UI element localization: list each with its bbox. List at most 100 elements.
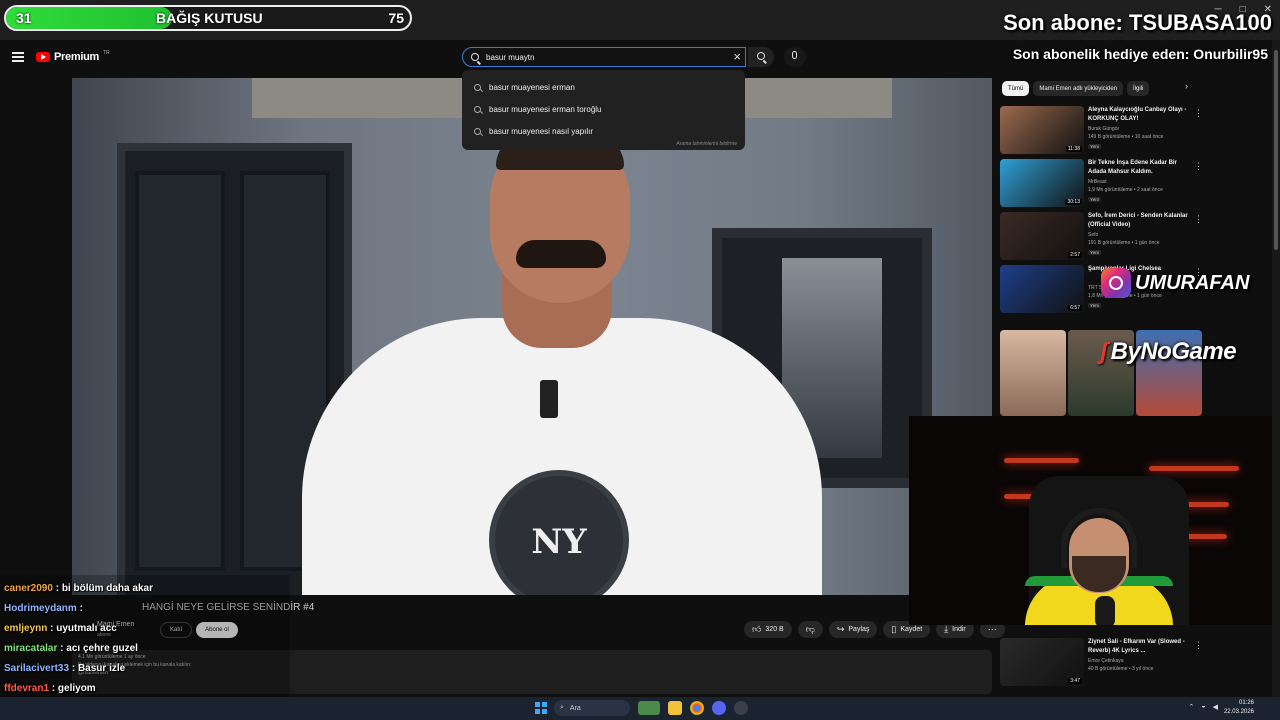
- bookmark-icon: ▯: [891, 624, 897, 634]
- more-vert-icon[interactable]: ⋮: [1194, 640, 1203, 651]
- clock-time: 01:26: [1238, 700, 1254, 706]
- share-label: Paylaş: [848, 626, 870, 633]
- recommended-video[interactable]: 11:38 Aleyna Kalaycıoğlu Canbay Olayı - K…: [1000, 106, 1205, 154]
- clear-search-icon[interactable]: ×: [733, 50, 741, 64]
- chat-text: Basur izle: [77, 663, 126, 674]
- more-vert-icon[interactable]: ⋮: [1194, 161, 1203, 172]
- chat-message: ffdevran1 : geliyom: [4, 683, 96, 694]
- logo-text: Premium: [54, 51, 99, 63]
- chat-separator: :: [52, 583, 62, 594]
- file-explorer-icon[interactable]: [668, 701, 682, 715]
- windows-taskbar: ⌕ Ara ⌃ ◒ ◀ 01:26 22.03.2026: [0, 697, 1280, 720]
- chat-username: Sarilacivert33: [4, 663, 70, 674]
- recommended-title[interactable]: Ziynet Sali - Efkarım Var (Slowed - Reve…: [1088, 638, 1188, 656]
- more-vert-icon[interactable]: ⋮: [1194, 214, 1203, 225]
- video-thumbnail[interactable]: 3:47: [1000, 638, 1084, 686]
- new-badge: Yeni: [1088, 250, 1101, 255]
- video-thumbnail[interactable]: 6:57: [1000, 265, 1084, 313]
- recommended-title[interactable]: Sefo, İrem Derici - Senden Kalanlar (Off…: [1088, 212, 1188, 230]
- chat-message: Hodrimeydanm :: [4, 603, 83, 614]
- chat-message: miracatalar : acı çehre guzel: [4, 643, 138, 654]
- chip-from-uploader[interactable]: Mami Emen adlı yükleyiciden: [1033, 81, 1124, 96]
- recommended-stats: 149 B görüntüleme • 10 saat önce: [1088, 134, 1164, 140]
- suggestion-item[interactable]: basur muayenesi nasıl yapılır: [462, 120, 745, 142]
- suggestion-text: basur muayenesi nasıl yapılır: [489, 126, 594, 136]
- suggestion-item[interactable]: basur muayenesi erman: [462, 76, 745, 98]
- voice-search-button[interactable]: [784, 47, 806, 67]
- taskbar-search-label: Ara: [569, 704, 581, 712]
- chevron-up-icon[interactable]: ⌃: [1189, 703, 1195, 711]
- video-duration: 30:13: [1065, 199, 1082, 205]
- share-button[interactable]: ↪ Paylaş: [828, 621, 878, 638]
- search-button[interactable]: [748, 47, 774, 67]
- taskbar-app-icon[interactable]: [638, 701, 660, 715]
- chrome-icon[interactable]: [690, 701, 704, 715]
- donation-goal-bar: 31 BAĞIŞ KUTUSU 75: [4, 5, 412, 31]
- taskbar-search[interactable]: ⌕ Ara: [554, 700, 630, 716]
- suggestion-item[interactable]: basur muayenesi erman toroğlu: [462, 98, 745, 120]
- video-thumbnail[interactable]: 11:38: [1000, 106, 1084, 154]
- search-icon: [474, 127, 481, 135]
- microphone-icon: [792, 51, 797, 59]
- recommended-channel[interactable]: MrBeast: [1088, 179, 1196, 186]
- chip-all[interactable]: Tümü: [1002, 81, 1030, 96]
- last-subscriber-overlay: Son abone: TSUBASA100: [1003, 10, 1272, 35]
- sponsor-logo-icon: ʃ: [1100, 338, 1108, 365]
- video-person-mustache: [516, 240, 606, 268]
- recommended-video[interactable]: 30:13 Bir Tekne İnşa Edene Kadar Bir Adad…: [1000, 159, 1205, 207]
- new-badge: Yeni: [1088, 197, 1101, 202]
- like-count: 320 B: [765, 626, 784, 633]
- suggestion-text: basur muayenesi erman toroğlu: [489, 104, 602, 114]
- chat-username: Hodrimeydanm: [4, 603, 77, 614]
- video-thumbnail[interactable]: 2:57: [1000, 212, 1084, 260]
- windows-start-icon[interactable]: [535, 702, 547, 714]
- recommended-stats: 1,9 Mn görüntüleme • 2 saat önce: [1088, 187, 1163, 193]
- youtube-logo[interactable]: Premium TR: [36, 50, 110, 63]
- short-thumbnail[interactable]: [1000, 330, 1066, 416]
- volume-icon[interactable]: ◀: [1213, 703, 1218, 711]
- chat-message: caner2090 : bi bölüm daha akar: [4, 583, 153, 594]
- donation-goal: 75: [388, 10, 404, 26]
- menu-icon[interactable]: [12, 52, 24, 62]
- suggestion-text: basur muayenesi erman: [489, 82, 575, 92]
- download-icon: ⤓: [944, 624, 949, 634]
- network-icon[interactable]: ◒: [1201, 703, 1205, 711]
- chat-separator: :: [69, 663, 78, 674]
- recommended-video[interactable]: 3:47 Ziynet Sali - Efkarım Var (Slowed - …: [1000, 638, 1205, 686]
- search-icon: [471, 53, 479, 61]
- chip-related[interactable]: İlgili: [1127, 81, 1150, 96]
- recommended-video[interactable]: 2:57 Sefo, İrem Derici - Senden Kalanlar …: [1000, 212, 1205, 260]
- screen: ─ □ ✕ Premium TR × NY: [0, 0, 1280, 720]
- search-box[interactable]: ×: [462, 47, 746, 67]
- dislike-button[interactable]: 👎︎: [797, 621, 823, 638]
- search-icon: [474, 83, 481, 91]
- chat-username: emljeynn: [4, 623, 48, 634]
- search-input[interactable]: [486, 52, 706, 62]
- recommended-title[interactable]: Bir Tekne İnşa Edene Kadar Bir Adada Mah…: [1088, 159, 1188, 177]
- video-duration: 3:47: [1068, 678, 1082, 684]
- more-dots-icon: ⋯: [987, 624, 997, 634]
- chevron-right-icon[interactable]: ›: [1185, 81, 1188, 91]
- save-label: Kaydet: [900, 626, 923, 633]
- discord-icon[interactable]: [734, 701, 748, 715]
- video-player[interactable]: NY: [72, 78, 992, 595]
- page-scrollbar[interactable]: [1272, 40, 1280, 697]
- obs-icon[interactable]: [712, 701, 726, 715]
- chat-text: geliyom: [57, 683, 96, 694]
- sponsor-overlay: ʃ ByNoGame: [1100, 338, 1237, 366]
- video-thumbnail[interactable]: 30:13: [1000, 159, 1084, 207]
- recommended-channel[interactable]: Sefo: [1088, 232, 1196, 239]
- chat-text: bi bölüm daha akar: [61, 583, 153, 594]
- chat-username: ffdevran1: [4, 683, 50, 694]
- like-button[interactable]: 👍︎ 320 B: [744, 621, 792, 638]
- taskbar-clock[interactable]: 01:26 22.03.2026: [1224, 699, 1254, 717]
- recommended-channel[interactable]: Emre Çetinkaya: [1088, 658, 1196, 665]
- report-predictions-link[interactable]: Arama tahminlerini bildirme: [676, 141, 737, 147]
- recommended-title[interactable]: Aleyna Kalaycıoğlu Canbay Olayı - KORKUN…: [1088, 106, 1188, 124]
- recommended-channel[interactable]: Burak Güngör: [1088, 126, 1196, 133]
- thumbs-down-icon: 👎︎: [805, 624, 815, 634]
- system-tray: ⌃ ◒ ◀: [1189, 703, 1219, 711]
- chat-separator: :: [76, 603, 83, 614]
- download-label: İndir: [952, 626, 966, 633]
- more-vert-icon[interactable]: ⋮: [1194, 108, 1203, 119]
